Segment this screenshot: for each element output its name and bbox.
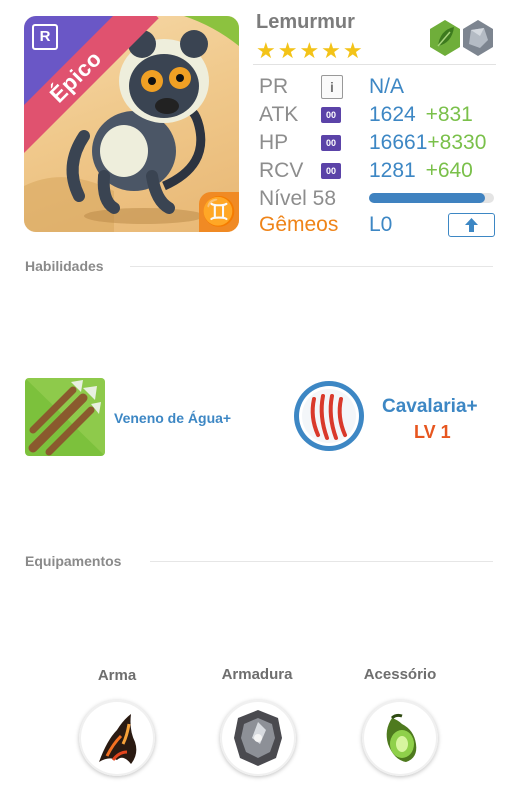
level-label: Nível 58	[259, 187, 337, 210]
hp-value: 16661	[369, 131, 428, 154]
accessory-slot[interactable]	[362, 700, 438, 776]
pr-label: PR	[259, 75, 289, 98]
equipment-section-divider	[150, 561, 493, 562]
monster-name: Lemurmur	[256, 11, 355, 33]
monster-portrait[interactable]: Épico R ♊	[24, 16, 239, 232]
accessory-label: Acessório	[363, 666, 437, 683]
level-progress-fill	[369, 193, 485, 203]
atk-bonus: +831	[425, 103, 473, 126]
armor-slot[interactable]	[220, 700, 296, 776]
atk-value: 1624	[369, 103, 416, 126]
equipment-section-title: Equipamentos	[25, 553, 122, 569]
arrow-up-icon	[465, 218, 478, 232]
atk-value-row: 1624 +831	[369, 103, 473, 127]
weapon-label: Arma	[97, 667, 137, 684]
element-icons	[428, 18, 496, 58]
level-progress-bar	[369, 193, 494, 203]
gemini-zodiac-icon: ♊	[199, 192, 239, 232]
leader-skill-level: LV 1	[414, 422, 451, 442]
active-skill-name[interactable]: Veneno de Água+	[114, 410, 231, 426]
awaken-label: Gêmeos	[259, 213, 339, 236]
hp-bonus: +8330	[427, 131, 487, 154]
rcv-value-row: 1281 +640	[369, 159, 473, 183]
hp-label: HP	[259, 131, 289, 154]
hp-value-row: 16661+8330	[369, 131, 486, 155]
hp-plus-icon: 00	[321, 135, 341, 151]
armor-label: Armadura	[221, 666, 293, 683]
skills-section-title: Habilidades	[25, 258, 104, 274]
shield-icon	[234, 710, 282, 766]
rcv-value: 1281	[369, 159, 416, 182]
upgrade-button[interactable]	[448, 213, 495, 237]
poison-water-skill-icon[interactable]	[25, 378, 105, 456]
atk-plus-icon: 00	[321, 107, 341, 123]
fire-claw-icon	[99, 714, 137, 764]
awaken-value: L0	[369, 213, 393, 236]
skills-section-divider	[130, 266, 493, 267]
info-icon[interactable]: i	[321, 75, 343, 99]
claw-skill-icon[interactable]	[292, 379, 366, 453]
leader-skill-name[interactable]: Cavalaria+	[382, 396, 478, 418]
pr-value: N/A	[369, 75, 405, 98]
rock-icon	[463, 20, 493, 56]
leaf-icon	[430, 20, 460, 56]
atk-label: ATK	[259, 103, 299, 126]
star-rating: ★★★★★	[256, 38, 365, 63]
green-gem-icon	[386, 713, 417, 762]
header-divider	[253, 64, 496, 65]
rcv-bonus: +640	[425, 159, 473, 182]
rcv-label: RCV	[259, 159, 304, 182]
rcv-plus-icon: 00	[321, 163, 341, 179]
rank-badge: R	[32, 24, 58, 50]
weapon-slot[interactable]	[79, 700, 155, 776]
